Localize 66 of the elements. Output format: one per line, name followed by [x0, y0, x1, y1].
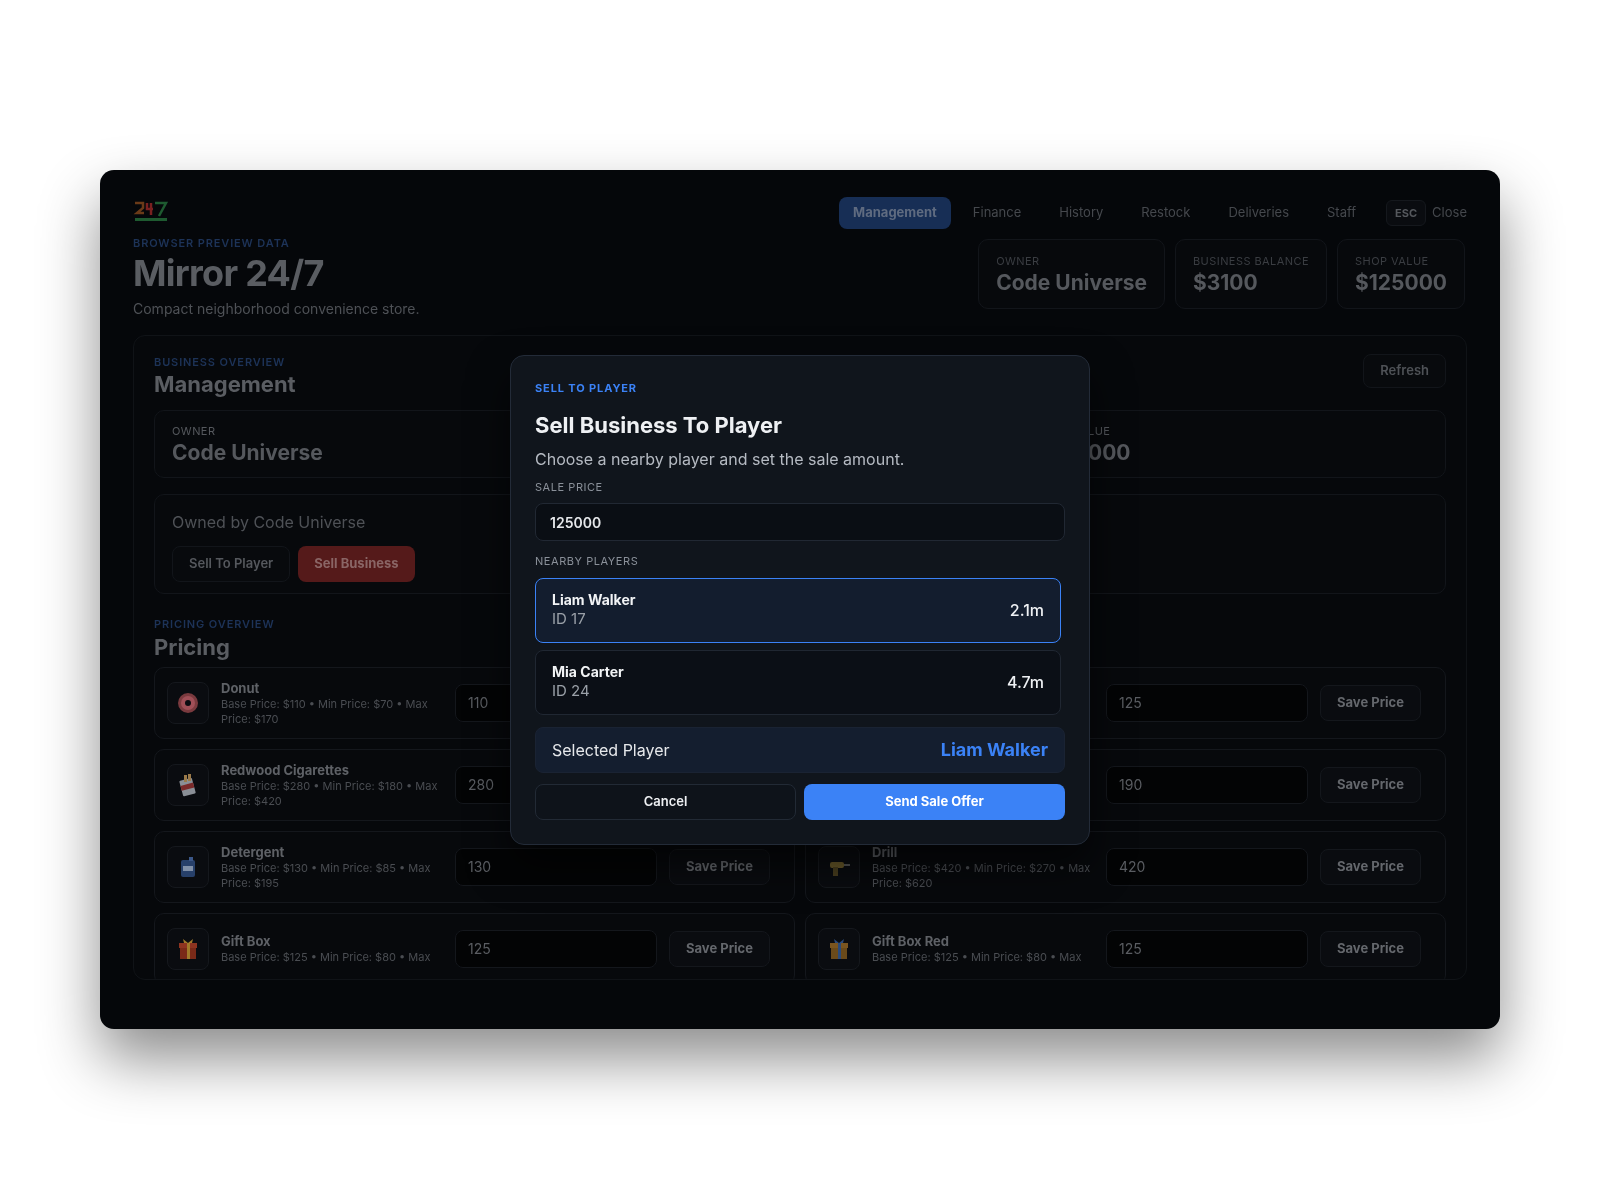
eyebrow-label: BROWSER PREVIEW DATA — [133, 235, 291, 252]
product-name: Donut — [221, 678, 260, 697]
stat-label: OWNER — [172, 423, 216, 440]
summary-value: $125000 — [1355, 269, 1447, 296]
product-description: Base Price: $125 • Min Price: $80 • Max — [872, 950, 1082, 965]
save-price-button[interactable]: Save Price — [1320, 684, 1421, 721]
nav-tab[interactable]: Deliveries — [1212, 197, 1305, 229]
product-description: Base Price: $125 • Min Price: $80 • Max — [221, 950, 431, 965]
price-input[interactable]: 125 — [1106, 929, 1308, 968]
product-name: Redwood Cigarettes — [221, 760, 349, 779]
selected-player-name: Liam Walker — [940, 738, 1048, 762]
nav-tab[interactable]: Management — [839, 197, 951, 229]
nav-tab[interactable]: History — [1043, 197, 1120, 229]
section-eyebrow: PRICING OVERVIEW — [154, 616, 275, 633]
section-title: Pricing — [154, 632, 230, 661]
sell-business-button[interactable]: Sell Business — [298, 546, 415, 582]
store-subtitle: Compact neighborhood convenience store. — [133, 298, 420, 319]
product-name: Gift Box — [221, 932, 271, 950]
product-description: Base Price: $110 • Min Price: $70 • Max Price: $170 — [221, 696, 429, 727]
summary-value: $3100 — [1193, 269, 1259, 296]
price-input[interactable]: 125 — [455, 929, 657, 968]
selected-player-label: Selected Player — [552, 738, 670, 762]
sale-price-input[interactable]: 125000 — [535, 503, 1065, 541]
price-input[interactable]: 420 — [1106, 847, 1308, 886]
save-price-button[interactable]: Save Price — [669, 930, 770, 967]
player-name: Liam Walker — [552, 591, 636, 609]
dialog-subtitle: Choose a nearby player and set the sale amount. — [535, 447, 906, 471]
save-price-button[interactable]: Save Price — [1320, 766, 1421, 803]
product-name: Gift Box Red — [872, 932, 950, 950]
product-description: Base Price: $280 • Min Price: $180 • Max Price: $420 — [221, 778, 439, 809]
close-button[interactable]: Close — [1432, 203, 1467, 223]
price-input[interactable]: 125 — [1106, 683, 1308, 722]
player-id: ID 17 — [552, 609, 587, 629]
price-input[interactable]: 130 — [455, 847, 657, 886]
cancel-button[interactable]: Cancel — [535, 783, 796, 820]
dialog-eyebrow: SELL TO PLAYER — [535, 380, 638, 397]
save-price-button[interactable]: Save Price — [1320, 930, 1421, 967]
send-offer-button[interactable]: Send Sale Offer — [804, 783, 1065, 820]
player-option[interactable]: Liam Walker ID 17 2.1m — [535, 577, 1061, 643]
nav-tab[interactable]: Staff — [1311, 197, 1373, 229]
player-distance: 2.1m — [1009, 599, 1044, 622]
esc-key: ESC — [1386, 200, 1427, 226]
save-price-button[interactable]: Save Price — [1320, 848, 1421, 885]
player-id: ID 24 — [552, 681, 591, 701]
summary-value: Code Universe — [996, 269, 1147, 296]
product-name: Detergent — [221, 842, 285, 861]
logo-icon — [133, 199, 169, 223]
product-description: Base Price: $130 • Min Price: $85 • Max Price: $195 — [221, 860, 432, 891]
player-distance: 4.7m — [1006, 671, 1044, 694]
dialog-title: Sell Business To Player — [535, 410, 784, 439]
stat-value: Code Universe — [172, 439, 323, 466]
field-label: SALE PRICE — [535, 478, 604, 495]
save-price-button[interactable]: Save Price — [669, 848, 770, 885]
store-title: Mirror 24/7 — [133, 251, 325, 294]
stat-value: 000 — [1088, 439, 1131, 466]
refresh-button[interactable]: Refresh — [1363, 353, 1446, 388]
player-name: Mia Carter — [552, 663, 624, 681]
nav-tab[interactable]: Restock — [1125, 197, 1207, 229]
section-title: Management — [154, 370, 296, 398]
field-label: NEARBY PLAYERS — [535, 553, 640, 570]
player-option[interactable]: Mia Carter ID 24 4.7m — [535, 649, 1061, 715]
ownership-text: Owned by Code Universe — [172, 511, 366, 534]
sell-to-player-button[interactable]: Sell To Player — [172, 546, 291, 582]
nav-tab[interactable]: Finance — [956, 197, 1038, 229]
price-input[interactable]: 190 — [1106, 765, 1308, 804]
section-eyebrow: BUSINESS OVERVIEW — [154, 353, 287, 370]
